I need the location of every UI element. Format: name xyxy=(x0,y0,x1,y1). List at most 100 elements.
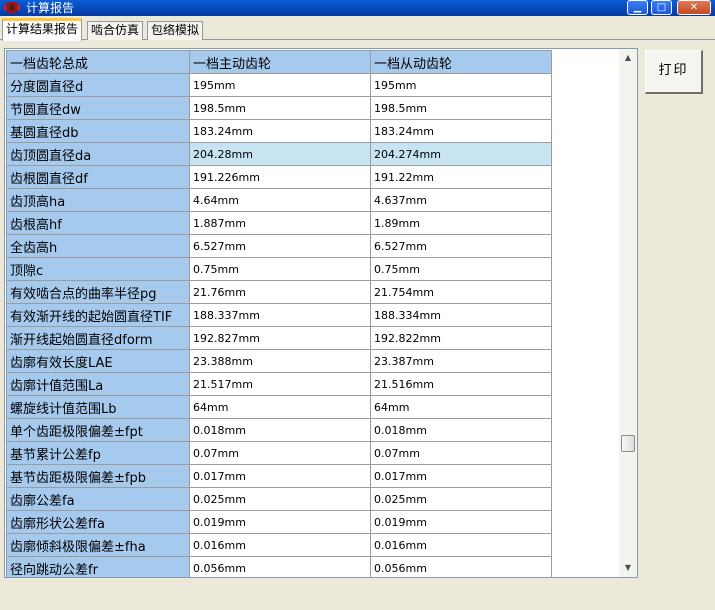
row-label[interactable]: 有效啮合点的曲率半径pg xyxy=(6,280,190,304)
table-row[interactable]: 齿廓倾斜极限偏差±fha 0.016mm 0.016mm xyxy=(6,533,552,557)
row-label[interactable]: 基圆直径db xyxy=(6,119,190,143)
tab-calc-report[interactable]: 计算结果报告 xyxy=(2,18,83,41)
row-driven-value[interactable]: 21.754mm xyxy=(370,280,552,304)
row-driven-value[interactable]: 188.334mm xyxy=(370,303,552,327)
row-label[interactable]: 齿根高hf xyxy=(6,211,190,235)
scroll-thumb[interactable] xyxy=(621,435,635,452)
row-label[interactable]: 基节累计公差fp xyxy=(6,441,190,465)
row-label[interactable]: 有效渐开线的起始圆直径TIF xyxy=(6,303,190,327)
row-driven-value[interactable]: 64mm xyxy=(370,395,552,419)
table-row[interactable]: 齿顶高ha 4.64mm 4.637mm xyxy=(6,188,552,212)
row-label[interactable]: 齿廓倾斜极限偏差±fha xyxy=(6,533,190,557)
row-drive-value[interactable]: 21.76mm xyxy=(189,280,371,304)
row-label[interactable]: 单个齿距极限偏差±fpt xyxy=(6,418,190,442)
row-label[interactable]: 齿廓公差fa xyxy=(6,487,190,511)
title-bar[interactable]: 计算报告 ▁ □ ✕ xyxy=(0,0,715,16)
row-drive-value[interactable]: 0.016mm xyxy=(189,533,371,557)
row-label[interactable]: 齿廓形状公差ffa xyxy=(6,510,190,534)
row-label[interactable]: 顶隙c xyxy=(6,257,190,281)
row-driven-value[interactable]: 0.056mm xyxy=(370,556,552,577)
table-row[interactable]: 螺旋线计值范围Lb 64mm 64mm xyxy=(6,395,552,419)
tab-mesh-simulation[interactable]: 啮合仿真 xyxy=(87,21,144,40)
table-row[interactable]: 基圆直径db 183.24mm 183.24mm xyxy=(6,119,552,143)
row-drive-value[interactable]: 0.018mm xyxy=(189,418,371,442)
table-row[interactable]: 单个齿距极限偏差±fpt 0.018mm 0.018mm xyxy=(6,418,552,442)
table-row[interactable]: 基节累计公差fp 0.07mm 0.07mm xyxy=(6,441,552,465)
table-row[interactable]: 基节齿距极限偏差±fpb 0.017mm 0.017mm xyxy=(6,464,552,488)
table-row[interactable]: 齿顶圆直径da 204.28mm 204.274mm xyxy=(6,142,552,166)
table-row[interactable]: 顶隙c 0.75mm 0.75mm xyxy=(6,257,552,281)
row-driven-value[interactable]: 195mm xyxy=(370,73,552,97)
row-drive-value[interactable]: 4.64mm xyxy=(189,188,371,212)
row-drive-value[interactable]: 6.527mm xyxy=(189,234,371,258)
row-label[interactable]: 螺旋线计值范围Lb xyxy=(6,395,190,419)
table-row[interactable]: 节圆直径dw 198.5mm 198.5mm xyxy=(6,96,552,120)
table-row[interactable]: 渐开线起始圆直径dform 192.827mm 192.822mm xyxy=(6,326,552,350)
row-driven-value[interactable]: 0.07mm xyxy=(370,441,552,465)
row-label[interactable]: 基节齿距极限偏差±fpb xyxy=(6,464,190,488)
row-driven-value[interactable]: 0.017mm xyxy=(370,464,552,488)
row-driven-value[interactable]: 0.025mm xyxy=(370,487,552,511)
row-driven-value[interactable]: 1.89mm xyxy=(370,211,552,235)
table-row[interactable]: 齿廓有效长度LAE 23.388mm 23.387mm xyxy=(6,349,552,373)
row-driven-value[interactable]: 23.387mm xyxy=(370,349,552,373)
table-row[interactable]: 齿廓公差fa 0.025mm 0.025mm xyxy=(6,487,552,511)
row-label[interactable]: 全齿高h xyxy=(6,234,190,258)
row-drive-value[interactable]: 0.056mm xyxy=(189,556,371,577)
table-row[interactable]: 齿根圆直径df 191.226mm 191.22mm xyxy=(6,165,552,189)
row-label[interactable]: 齿根圆直径df xyxy=(6,165,190,189)
row-drive-value[interactable]: 195mm xyxy=(189,73,371,97)
row-drive-value[interactable]: 183.24mm xyxy=(189,119,371,143)
row-drive-value[interactable]: 0.019mm xyxy=(189,510,371,534)
row-label[interactable]: 齿顶高ha xyxy=(6,188,190,212)
close-button[interactable]: ✕ xyxy=(677,0,711,15)
row-drive-value[interactable]: 0.07mm xyxy=(189,441,371,465)
row-driven-value[interactable]: 0.016mm xyxy=(370,533,552,557)
scroll-up-arrow-icon[interactable]: ▲ xyxy=(619,51,637,65)
row-driven-value[interactable]: 4.637mm xyxy=(370,188,552,212)
row-driven-value[interactable]: 6.527mm xyxy=(370,234,552,258)
row-drive-value[interactable]: 192.827mm xyxy=(189,326,371,350)
row-drive-value[interactable]: 0.017mm xyxy=(189,464,371,488)
table-row[interactable]: 齿根高hf 1.887mm 1.89mm xyxy=(6,211,552,235)
table-row[interactable]: 全齿高h 6.527mm 6.527mm xyxy=(6,234,552,258)
table-row[interactable]: 有效渐开线的起始圆直径TIF 188.337mm 188.334mm xyxy=(6,303,552,327)
table-row[interactable]: 径向跳动公差fr 0.056mm 0.056mm xyxy=(6,556,552,577)
maximize-button[interactable]: □ xyxy=(651,0,672,15)
row-label[interactable]: 齿廓计值范围La xyxy=(6,372,190,396)
row-driven-value[interactable]: 0.018mm xyxy=(370,418,552,442)
row-drive-value[interactable]: 188.337mm xyxy=(189,303,371,327)
row-label[interactable]: 渐开线起始圆直径dform xyxy=(6,326,190,350)
table-row[interactable]: 齿廓形状公差ffa 0.019mm 0.019mm xyxy=(6,510,552,534)
row-label[interactable]: 齿顶圆直径da xyxy=(6,142,190,166)
row-driven-value[interactable]: 21.516mm xyxy=(370,372,552,396)
row-label[interactable]: 节圆直径dw xyxy=(6,96,190,120)
row-drive-value[interactable]: 0.75mm xyxy=(189,257,371,281)
row-drive-value[interactable]: 23.388mm xyxy=(189,349,371,373)
row-driven-value[interactable]: 191.22mm xyxy=(370,165,552,189)
row-driven-value[interactable]: 192.822mm xyxy=(370,326,552,350)
row-drive-value[interactable]: 198.5mm xyxy=(189,96,371,120)
row-drive-value[interactable]: 204.28mm xyxy=(189,142,371,166)
row-driven-value[interactable]: 0.019mm xyxy=(370,510,552,534)
row-drive-value[interactable]: 64mm xyxy=(189,395,371,419)
row-driven-value[interactable]: 204.274mm xyxy=(370,142,552,166)
row-label[interactable]: 径向跳动公差fr xyxy=(6,556,190,577)
row-label[interactable]: 分度圆直径d xyxy=(6,73,190,97)
table-row[interactable]: 有效啮合点的曲率半径pg 21.76mm 21.754mm xyxy=(6,280,552,304)
tab-envelope-simulation[interactable]: 包络模拟 xyxy=(147,21,204,40)
row-drive-value[interactable]: 1.887mm xyxy=(189,211,371,235)
row-driven-value[interactable]: 183.24mm xyxy=(370,119,552,143)
row-driven-value[interactable]: 0.75mm xyxy=(370,257,552,281)
scroll-down-arrow-icon[interactable]: ▼ xyxy=(619,561,637,575)
row-drive-value[interactable]: 21.517mm xyxy=(189,372,371,396)
row-driven-value[interactable]: 198.5mm xyxy=(370,96,552,120)
row-drive-value[interactable]: 191.226mm xyxy=(189,165,371,189)
table-row[interactable]: 齿廓计值范围La 21.517mm 21.516mm xyxy=(6,372,552,396)
row-drive-value[interactable]: 0.025mm xyxy=(189,487,371,511)
vertical-scrollbar[interactable]: ▲ ▼ xyxy=(619,49,637,577)
row-label[interactable]: 齿廓有效长度LAE xyxy=(6,349,190,373)
minimize-button[interactable]: ▁ xyxy=(627,0,648,15)
print-button[interactable]: 打印 xyxy=(645,50,703,94)
table-row[interactable]: 分度圆直径d 195mm 195mm xyxy=(6,73,552,97)
